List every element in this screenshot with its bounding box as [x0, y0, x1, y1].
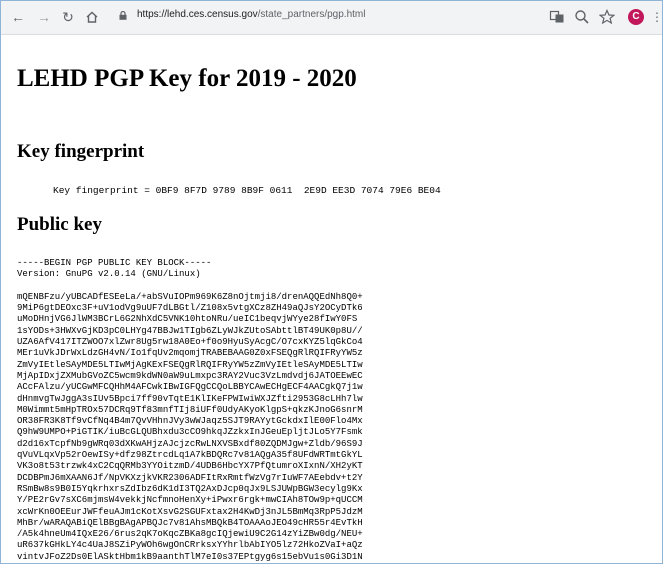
key-line: DCDBPmJ6mXAAN6Jf/NpVKXzjkVKR2306ADFItRxR… — [17, 472, 363, 483]
home-icon[interactable] — [83, 8, 101, 26]
page-scrollbar[interactable] — [658, 35, 662, 563]
key-header-line: -----BEGIN PGP PUBLIC KEY BLOCK----- — [17, 258, 212, 268]
public-key-heading: Public key — [17, 214, 102, 235]
key-line: M0Wimmt5mHpTROx57DCRq9Tf83mnfTIj8iUFf0Ud… — [17, 404, 363, 415]
page-content: LEHD PGP Key for 2019 - 2020 Key fingerp… — [1, 35, 662, 563]
key-line: uMoDHnjVG6JlWM3BCrL6G2NhXdC5VNK10htoNRu/… — [17, 314, 358, 325]
back-arrow-icon[interactable]: ← — [9, 8, 27, 26]
fingerprint-text: Key fingerprint = 0BF9 8F7D 9789 8B9F 06… — [53, 185, 441, 196]
url-text: https://lehd.ces.census.gov/state_partne… — [137, 9, 365, 20]
key-line: MjApIDxjZXMubGVoZC5wcm9kdWN0aW9uLmxpc3RA… — [17, 370, 363, 381]
key-line: ACcFAlzu/yUCGwMFCQHhM4AFCwkIBwIGFQgCCQoL… — [17, 382, 363, 393]
key-line: d2d16xTcpfNb9gWRq03dXKwAHjzAJcjzcRwLNXVS… — [17, 438, 363, 449]
url-path: /state_partners/pgp.html — [257, 9, 366, 20]
address-bar[interactable]: https://lehd.ces.census.gov/state_partne… — [113, 7, 505, 27]
key-line: 1sYODs+3HWXvGjKD3pC0LHYg47BBJw1TIgb6ZLyW… — [17, 325, 363, 336]
forward-arrow-icon[interactable]: → — [35, 8, 53, 26]
reload-icon[interactable]: ↻ — [59, 8, 77, 26]
key-line: /A5k4hneUm4IQxE26/6rus2qK7oKqcZBKa8gcIQj… — [17, 529, 363, 540]
key-line: MhBr/wARAQABiQElBBgBAgAPBQJc7v81AhsMBQkB… — [17, 517, 363, 528]
lock-icon — [119, 11, 127, 20]
page-title: LEHD PGP Key for 2019 - 2020 — [17, 65, 357, 92]
browser-toolbar: ← → ↻ https://lehd.ces.census.gov/state_… — [1, 1, 662, 35]
translate-icon[interactable] — [549, 9, 565, 25]
key-line: OR38FR3K8Tf9vCfNq4B4m7QvVHhnJVy3wWJaqz5S… — [17, 416, 363, 427]
key-line: xcWrKn0OEEurJWFfeuAJm1cKotXsvG2SGUFxtax2… — [17, 506, 363, 517]
zoom-icon[interactable] — [574, 9, 590, 25]
public-key-block: -----BEGIN PGP PUBLIC KEY BLOCK----- Ver… — [17, 258, 657, 563]
key-blank-line — [17, 281, 657, 292]
kebab-menu-icon[interactable]: ⋮ — [651, 8, 662, 26]
key-line: RSmBw8s9B0I5YqkrhxrsZdIbz6dK1dI3TQ2AxDJc… — [17, 483, 363, 494]
key-line: dHnmvgTwJggA3sIUv5Bpci7ff90vTqtE1KlIKeFP… — [17, 393, 363, 404]
key-line: mQENBFzu/yUBCADfESEeLa/+abSVuIOPm969K6Z8… — [17, 291, 363, 302]
profile-avatar[interactable]: C — [628, 9, 644, 25]
key-line: Y/PE2rGv7sXC6mjmsW4vekkjNcfmnoHenXy+iPwx… — [17, 495, 363, 506]
key-line: ZmVyIEtleSAyMDE5LTIwMjAgKExFSEQgRlRQIFRy… — [17, 359, 363, 370]
key-line: MEr1uVkJDrWxLdzGH4vN/Io1fqUv2mqomjTRABEB… — [17, 348, 363, 359]
url-host: https://lehd.ces.census.gov — [137, 9, 258, 20]
key-line: vintvJFoZ2Ds0ElASktHbm1kB9aanthTlM7eI0s3… — [17, 551, 363, 562]
key-lines: mQENBFzu/yUBCADfESEeLa/+abSVuIOPm969K6Z8… — [17, 292, 657, 563]
star-icon[interactable] — [599, 9, 615, 25]
key-line: uR637kGHkLY4c4UaJ8SZiPyWOh6wgOnCRrksxYYh… — [17, 540, 363, 551]
key-version-line: Version: GnuPG v2.0.14 (GNU/Linux) — [17, 269, 201, 280]
browser-window: ← → ↻ https://lehd.ces.census.gov/state_… — [0, 0, 663, 564]
fingerprint-heading: Key fingerprint — [17, 141, 145, 162]
key-line: 9MiP6gtDEOxc3F+uV1odVg9uUF7dLBGtl/Z108x5… — [17, 303, 363, 314]
key-line: VK3o8t53trzwk4xC2CqQRMb3YYOitzmD/4UDB6Hb… — [17, 461, 363, 472]
key-line: UZA6AfV417ITZWOO7xlZwr8Ug5rw18A0Eo+f0o9H… — [17, 337, 363, 348]
key-line: Q9hW9UMPO+PiGTIK/iuBcGLQUBhxdu3cCO9hkqJZ… — [17, 427, 363, 438]
key-line: qVuVLqxVp52rOewISy+dfz98ZtrcdLq1A7kBDQRc… — [17, 450, 363, 461]
